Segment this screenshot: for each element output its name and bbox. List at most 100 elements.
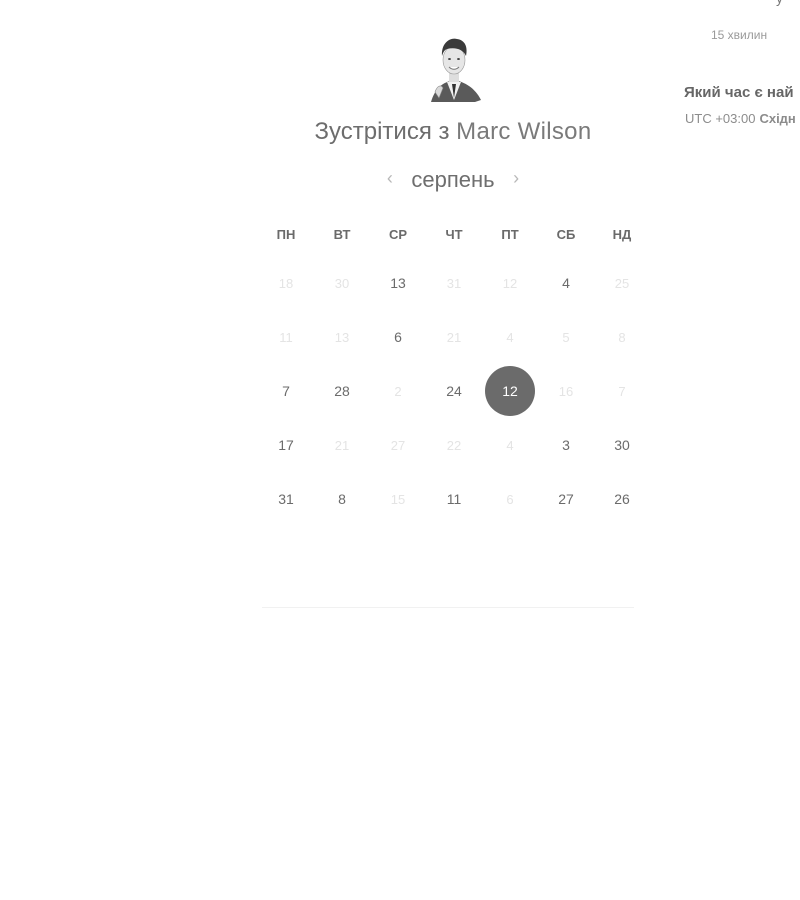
page-title-prefix: Зустрітися з — [314, 118, 457, 145]
weekday-label: СР — [388, 227, 408, 242]
calendar-day-number: 2 — [394, 383, 402, 399]
calendar-week-row: 31 8 15 11 6 27 26 — [258, 472, 650, 526]
calendar-day[interactable]: 4 — [538, 256, 594, 310]
calendar-day-number: 11 — [446, 491, 462, 507]
calendar-day[interactable]: 31 — [258, 472, 314, 526]
calendar-day-number: 15 — [390, 491, 406, 507]
calendar-day-number: 7 — [618, 383, 626, 399]
calendar-day: 6 — [482, 472, 538, 526]
timezone-selector[interactable]: UTC +03:00 Східн — [685, 111, 796, 126]
weekday-label: ПН — [276, 227, 296, 242]
calendar-day: 27 — [370, 418, 426, 472]
calendar-week-row: 18 30 13 31 12 4 25 — [258, 256, 650, 310]
calendar-week-row: 7 28 2 24 12 16 7 — [258, 364, 650, 418]
weekday-label: ВТ — [333, 227, 351, 242]
weekday-label: ЧТ — [445, 227, 463, 242]
calendar-day-number: 21 — [446, 329, 462, 345]
calendar-days: 18 30 13 31 12 4 25 11 13 6 21 4 5 8 7 28 2 24 12 16 7 17 21 27… — [258, 256, 650, 526]
calendar-day-number: 25 — [614, 275, 630, 291]
calendar-day: 15 — [370, 472, 426, 526]
calendar-day: 22 — [426, 418, 482, 472]
divider — [262, 607, 634, 608]
calendar-day: 4 — [482, 418, 538, 472]
calendar-day-number: 22 — [446, 437, 462, 453]
calendar: ПН ВТ СР ЧТ ПТ СБ НД 18 30 13 31 12 4 25 11 13 6 2… — [258, 214, 650, 526]
weekday-header: ПН ВТ СР ЧТ ПТ СБ НД — [258, 214, 650, 256]
calendar-day-number: 16 — [558, 383, 574, 399]
current-month: серпень — [411, 167, 495, 192]
weekday-label: НД — [612, 227, 632, 242]
calendar-day-number: 4 — [506, 329, 514, 345]
calendar-day-number: 31 — [446, 275, 462, 291]
calendar-day[interactable]: 7 — [258, 364, 314, 418]
host-name: Marc Wilson — [456, 118, 592, 145]
calendar-day-number: 4 — [562, 275, 570, 291]
calendar-day[interactable]: 8 — [314, 472, 370, 526]
calendar-day-number: 17 — [278, 437, 294, 453]
time-question-heading: Який час є най — [684, 84, 794, 101]
calendar-day: 21 — [426, 310, 482, 364]
scheduling-page: y 15 хвилин Який час є най UTC +03:00Схі… — [0, 0, 800, 900]
calendar-day[interactable]: 13 — [370, 256, 426, 310]
calendar-day-number: 5 — [562, 329, 570, 345]
calendar-day-number: 27 — [390, 437, 406, 453]
calendar-day: 4 — [482, 310, 538, 364]
weekday-label: СБ — [556, 227, 576, 242]
calendar-day-number: 11 — [279, 329, 293, 345]
calendar-day[interactable]: 11 — [426, 472, 482, 526]
calendar-day[interactable]: 3 — [538, 418, 594, 472]
calendar-day-number: 12 — [485, 366, 535, 416]
calendar-day-number: 24 — [446, 383, 462, 399]
calendar-day-number: 13 — [334, 329, 350, 345]
calendar-day-number: 3 — [562, 437, 570, 453]
month-navigation: ‹ серпень › — [258, 165, 648, 195]
chevron-right-icon[interactable]: › — [507, 165, 525, 191]
side-panel-top-text: y — [776, 0, 783, 6]
calendar-day-number: 26 — [614, 491, 630, 507]
calendar-day-number: 31 — [278, 491, 294, 507]
calendar-day: 25 — [594, 256, 650, 310]
calendar-day-number: 30 — [334, 275, 350, 291]
chevron-left-icon[interactable]: ‹ — [381, 165, 399, 191]
calendar-day: 18 — [258, 256, 314, 310]
calendar-day[interactable]: 30 — [594, 418, 650, 472]
calendar-day-number: 30 — [614, 437, 630, 453]
calendar-day: 30 — [314, 256, 370, 310]
calendar-day[interactable]: 17 — [258, 418, 314, 472]
weekday-label: ПТ — [501, 227, 519, 242]
calendar-day[interactable]: 6 — [370, 310, 426, 364]
host-avatar — [431, 38, 481, 102]
calendar-week-row: 17 21 27 22 4 3 30 — [258, 418, 650, 472]
calendar-day-number: 6 — [506, 491, 514, 507]
calendar-day[interactable]: 24 — [426, 364, 482, 418]
calendar-day: 31 — [426, 256, 482, 310]
calendar-day: 7 — [594, 364, 650, 418]
calendar-day: 11 — [258, 310, 314, 364]
calendar-day[interactable]: 27 — [538, 472, 594, 526]
calendar-day[interactable]: 26 — [594, 472, 650, 526]
page-title: Зустрітися з Marc Wilson — [258, 118, 648, 146]
timezone-offset: UTC +03:00 — [685, 111, 756, 126]
calendar-day-number: 21 — [334, 437, 350, 453]
calendar-day: 5 — [538, 310, 594, 364]
calendar-day-selected[interactable]: 12 — [482, 364, 538, 418]
calendar-week-row: 11 13 6 21 4 5 8 — [258, 310, 650, 364]
calendar-day: 8 — [594, 310, 650, 364]
calendar-day[interactable]: 28 — [314, 364, 370, 418]
calendar-day-number: 6 — [394, 329, 402, 345]
event-duration: 15 хвилин — [711, 28, 768, 42]
calendar-day-number: 18 — [278, 275, 294, 291]
calendar-day: 21 — [314, 418, 370, 472]
calendar-day-number: 8 — [618, 329, 626, 345]
timezone-name: Східн — [759, 111, 796, 126]
calendar-day-number: 8 — [338, 491, 346, 507]
calendar-day: 13 — [314, 310, 370, 364]
calendar-day: 12 — [482, 256, 538, 310]
calendar-day-number: 7 — [282, 383, 290, 399]
calendar-day-number: 27 — [558, 491, 574, 507]
calendar-day: 16 — [538, 364, 594, 418]
calendar-day-number: 4 — [506, 437, 514, 453]
calendar-day-number: 12 — [502, 275, 518, 291]
calendar-day-number: 28 — [334, 383, 350, 399]
calendar-day-number: 13 — [390, 275, 406, 291]
